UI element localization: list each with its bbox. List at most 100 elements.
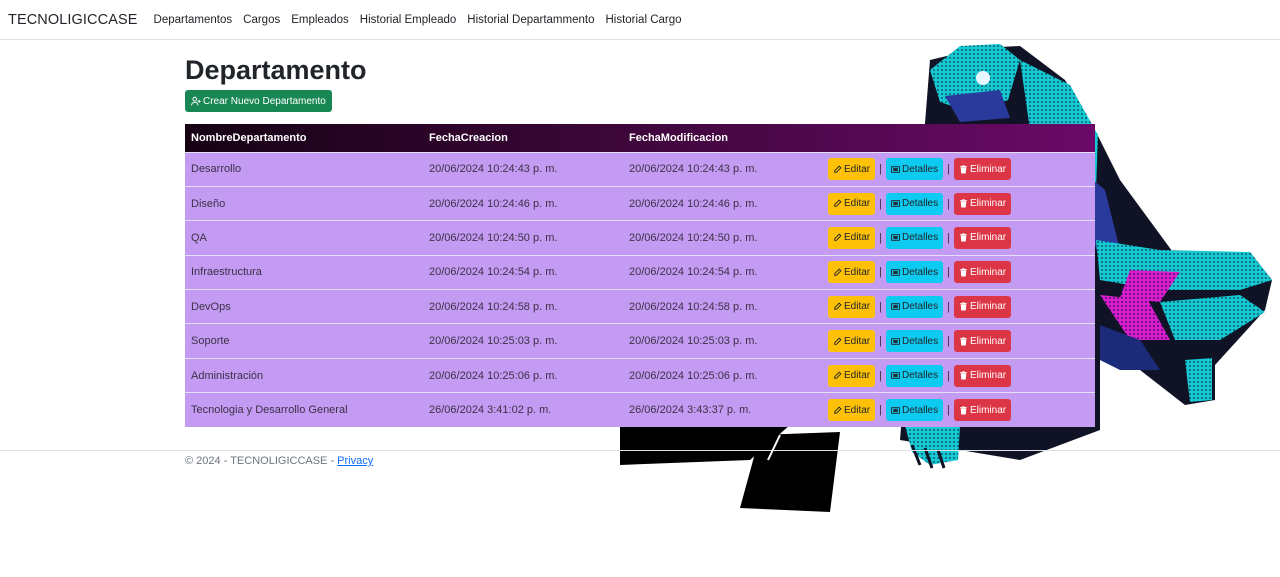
details-button[interactable]: Detalles <box>885 295 944 318</box>
list-icon <box>891 269 900 276</box>
cell-fecha-creacion: 20/06/2024 10:24:43 p. m. <box>429 163 558 176</box>
trash-icon <box>960 405 967 415</box>
list-icon <box>891 303 900 311</box>
details-button[interactable]: Detalles <box>885 330 944 353</box>
separator: | <box>879 266 882 279</box>
edit-button[interactable]: Editar <box>828 192 876 215</box>
create-department-label: Crear Nuevo Departamento <box>203 95 326 107</box>
cell-fecha-modificacion: 20/06/2024 10:24:46 p. m. <box>629 197 758 210</box>
details-label: Detalles <box>901 163 939 175</box>
pencil-icon <box>834 199 842 207</box>
person-add-icon <box>191 96 201 106</box>
details-button[interactable]: Detalles <box>885 261 944 284</box>
trash-icon <box>960 302 967 311</box>
details-button[interactable]: Detalles <box>885 226 944 249</box>
brand-link[interactable]: TECNOLIGICCASE <box>8 12 138 28</box>
edit-button[interactable]: Editar <box>828 158 876 181</box>
details-label: Detalles <box>901 266 939 278</box>
header-nombre: NombreDepartamento <box>191 131 307 144</box>
header-fecha-modificacion: FechaModificacion <box>629 131 729 144</box>
delete-button[interactable]: Eliminar <box>953 399 1012 422</box>
nav-link-empleados[interactable]: Empleados <box>291 14 349 26</box>
list-icon <box>891 406 900 414</box>
cell-nombre: Administración <box>191 369 264 382</box>
separator: | <box>879 197 882 210</box>
pencil-icon <box>834 371 842 379</box>
nav-link-historial-cargo[interactable]: Historial Cargo <box>605 14 681 26</box>
list-icon <box>891 337 900 345</box>
table-body: Desarrollo 20/06/2024 10:24:43 p. m. 20/06… <box>185 152 1095 428</box>
nav-link-departamentos[interactable]: Departamentos <box>154 14 233 26</box>
nav-link-historial-departamento[interactable]: Historial Departammento <box>467 14 594 26</box>
delete-button[interactable]: Eliminar <box>953 226 1012 249</box>
details-button[interactable]: Detalles <box>885 399 944 422</box>
cell-nombre: DevOps <box>191 300 231 313</box>
separator: | <box>947 404 950 417</box>
separator: | <box>879 163 882 176</box>
delete-button[interactable]: Eliminar <box>953 261 1012 284</box>
pencil-icon <box>834 302 842 311</box>
delete-button[interactable]: Eliminar <box>953 192 1012 215</box>
cell-nombre: Desarrollo <box>191 163 242 176</box>
main-content: Departamento Crear Nuevo Departamento No… <box>185 40 1095 428</box>
cell-nombre: Soporte <box>191 335 230 348</box>
delete-button[interactable]: Eliminar <box>953 364 1012 387</box>
details-button[interactable]: Detalles <box>885 192 944 215</box>
delete-label: Eliminar <box>969 370 1007 382</box>
header-fecha-creacion: FechaCreacion <box>429 131 508 144</box>
cell-fecha-modificacion: 26/06/2024 3:43:37 p. m. <box>629 404 752 417</box>
cell-nombre: Diseño <box>191 197 226 210</box>
create-department-button[interactable]: Crear Nuevo Departamento <box>185 90 332 112</box>
cell-fecha-modificacion: 20/06/2024 10:24:50 p. m. <box>629 231 758 244</box>
edit-button[interactable]: Editar <box>828 261 876 284</box>
trash-icon <box>960 233 967 242</box>
cell-actions: Editar | Detalles | Eliminar <box>822 221 1095 255</box>
pencil-icon <box>834 406 842 414</box>
cell-fecha-modificacion: 20/06/2024 10:24:54 p. m. <box>629 266 758 279</box>
separator: | <box>879 404 882 417</box>
delete-button[interactable]: Eliminar <box>953 295 1012 318</box>
delete-button[interactable]: Eliminar <box>953 330 1012 353</box>
edit-label: Editar <box>844 370 871 382</box>
cell-actions: Editar | Detalles | Eliminar <box>822 255 1095 289</box>
separator: | <box>947 197 950 210</box>
edit-button[interactable]: Editar <box>828 399 876 422</box>
delete-label: Eliminar <box>969 232 1007 244</box>
pencil-icon <box>834 165 842 173</box>
separator: | <box>947 231 950 244</box>
separator: | <box>879 300 882 313</box>
cell-fecha-creacion: 20/06/2024 10:24:54 p. m. <box>429 266 558 279</box>
nav-link-cargos[interactable]: Cargos <box>243 14 280 26</box>
edit-button[interactable]: Editar <box>828 295 876 318</box>
delete-label: Eliminar <box>969 404 1007 416</box>
details-button[interactable]: Detalles <box>885 158 944 181</box>
edit-button[interactable]: Editar <box>828 364 876 387</box>
edit-button[interactable]: Editar <box>828 330 876 353</box>
separator: | <box>879 369 882 382</box>
privacy-link[interactable]: Privacy <box>337 455 373 467</box>
cell-fecha-modificacion: 20/06/2024 10:24:58 p. m. <box>629 300 758 313</box>
pencil-icon <box>834 337 842 345</box>
table-row: Diseño 20/06/2024 10:24:46 p. m. 20/06/202… <box>185 186 1095 221</box>
cell-fecha-creacion: 20/06/2024 10:24:50 p. m. <box>429 231 558 244</box>
table-header-row: NombreDepartamento FechaCreacion FechaMo… <box>185 124 1095 152</box>
pencil-icon <box>834 233 842 242</box>
delete-button[interactable]: Eliminar <box>953 158 1012 181</box>
separator: | <box>947 266 950 279</box>
cell-fecha-creacion: 20/06/2024 10:25:06 p. m. <box>429 369 558 382</box>
cell-actions: Editar | Detalles | Eliminar <box>822 186 1095 220</box>
navbar: TECNOLIGICCASE Departamentos Cargos Empl… <box>0 0 1280 40</box>
delete-label: Eliminar <box>969 335 1007 347</box>
edit-button[interactable]: Editar <box>828 226 876 249</box>
nav-link-historial-empleado[interactable]: Historial Empleado <box>360 14 457 26</box>
table-row: Tecnologia y Desarrollo General 26/06/202… <box>185 392 1095 428</box>
details-label: Detalles <box>901 370 939 382</box>
trash-icon <box>960 336 967 346</box>
details-button[interactable]: Detalles <box>885 364 944 387</box>
table-row: DevOps 20/06/2024 10:24:58 p. m. 20/06/202… <box>185 289 1095 324</box>
list-icon <box>891 234 900 242</box>
details-label: Detalles <box>901 232 939 244</box>
cell-fecha-creacion: 20/06/2024 10:24:46 p. m. <box>429 197 558 210</box>
table-row: Administración 20/06/2024 10:25:06 p. m. 2… <box>185 358 1095 393</box>
edit-label: Editar <box>844 266 871 278</box>
